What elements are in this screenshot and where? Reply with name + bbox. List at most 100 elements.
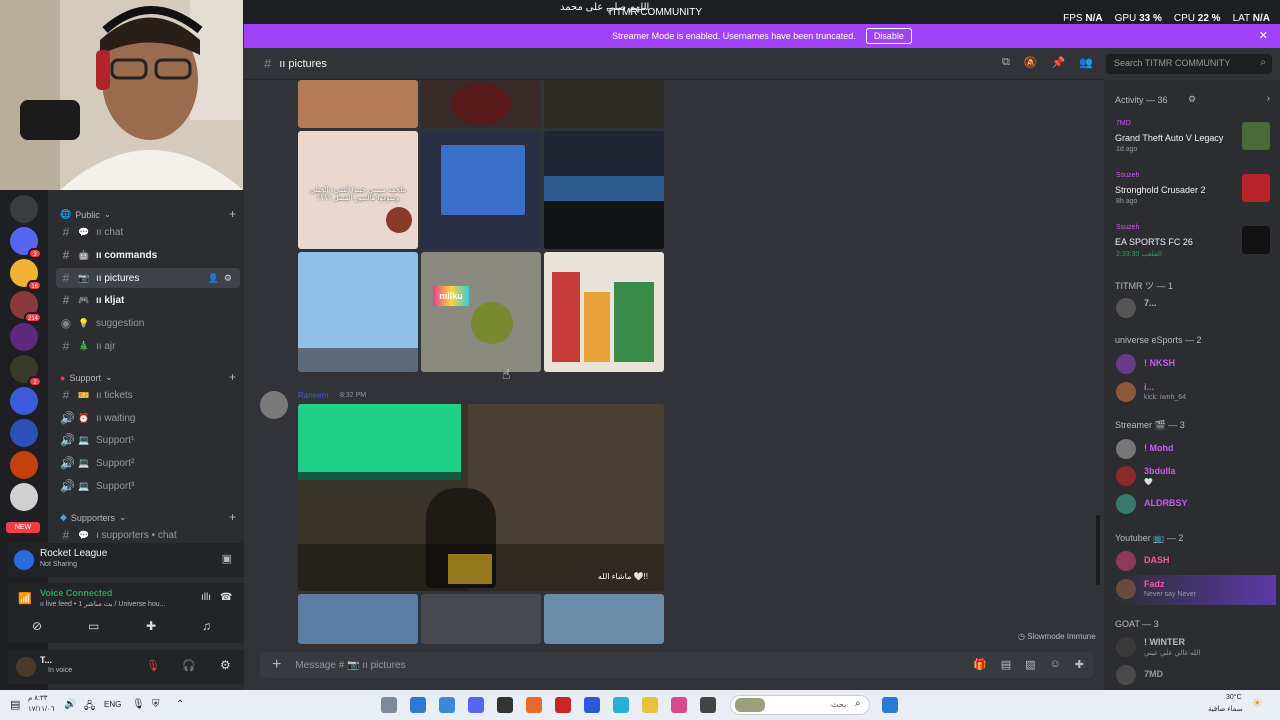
gear-icon[interactable]: ⚙ <box>1188 94 1196 105</box>
server-icon-6[interactable]: 2 <box>10 355 42 387</box>
server-icon-8[interactable] <box>10 419 38 447</box>
pin-icon[interactable]: 📌 <box>1052 56 1066 69</box>
channel-supporters-chat[interactable]: # 💬 ı supporters • chat <box>56 525 240 545</box>
mic-muted-icon[interactable]: 🎙 <box>146 659 160 672</box>
server-icon-1[interactable] <box>10 195 38 223</box>
attachment-image[interactable] <box>544 594 664 644</box>
category-supporters[interactable]: ◆ Supporters ⌄ <box>60 512 127 523</box>
disconnect-icon[interactable]: ☎ <box>220 592 232 603</box>
avatar[interactable] <box>260 391 288 419</box>
channel-tickets[interactable]: # 🎫 ıı tickets <box>56 385 240 405</box>
network-icon[interactable]: 🖧 <box>84 699 95 716</box>
emoji-icon[interactable]: ☺ <box>1050 658 1061 671</box>
activity-card[interactable]: Ssuzeh EA SPORTS FC 26 2:33:30 الملعب <box>1112 222 1276 266</box>
settings-app-icon[interactable] <box>381 697 397 713</box>
server-icon-2[interactable]: 3 <box>10 227 42 259</box>
channel-waiting[interactable]: 🔊 ⏰ ıı waiting <box>56 408 240 428</box>
attachment-image[interactable] <box>298 594 418 644</box>
adobe-icon[interactable] <box>555 697 571 713</box>
mic-icon[interactable]: 🎙 <box>132 699 145 710</box>
add-channel-icon[interactable]: + <box>229 510 236 524</box>
channel-support-1[interactable]: 🔊 💻 Support¹ <box>56 430 240 450</box>
channel-commands[interactable]: # 🤖 ıı commands <box>56 245 240 265</box>
weather-temp[interactable]: 30°C <box>1226 694 1242 701</box>
attachment-image[interactable] <box>421 131 541 249</box>
add-channel-icon[interactable]: + <box>229 207 236 221</box>
sticker-icon[interactable]: ▧ <box>1025 658 1035 671</box>
headphones-icon[interactable]: 🎧 <box>182 659 196 672</box>
signal-icon[interactable]: 📶 <box>18 592 32 605</box>
shield-icon[interactable]: ⛨ <box>152 699 160 710</box>
search-input[interactable]: Search TITMR COMMUNITY ⌕ <box>1106 54 1272 74</box>
channel-support-2[interactable]: 🔊 💻 Support² <box>56 453 240 473</box>
activity-card[interactable]: Ssuzeh Stronghold Crusader 2 8h ago <box>1112 170 1276 214</box>
weather-desc[interactable]: سماء صافية <box>1208 705 1243 713</box>
app-icon[interactable] <box>439 697 455 713</box>
message-author[interactable]: Raneem <box>298 391 328 400</box>
channel-chat[interactable]: # 💬 ıı chat <box>56 222 240 242</box>
firefox-icon[interactable] <box>526 697 542 713</box>
invite-icon[interactable]: 👤 <box>208 273 219 284</box>
channel-support-3[interactable]: 🔊 💻 Support³ <box>56 476 240 496</box>
clock-time[interactable]: ٨:٣٣ م <box>28 694 48 702</box>
apps-icon[interactable]: ✚ <box>1075 658 1084 671</box>
server-icon-3[interactable]: 16 <box>10 259 42 291</box>
app-icon[interactable] <box>671 697 687 713</box>
app-icon[interactable] <box>700 697 716 713</box>
attachment-image[interactable] <box>298 80 418 128</box>
discord-icon[interactable] <box>468 697 484 713</box>
app-icon[interactable] <box>410 697 426 713</box>
attachment-image[interactable] <box>544 131 664 249</box>
settings-gear-icon[interactable]: ⚙ <box>220 658 231 672</box>
member-item[interactable]: ALDRBSY <box>1112 490 1276 520</box>
app-icon[interactable] <box>584 697 600 713</box>
attachment-image[interactable] <box>298 252 418 372</box>
gear-icon[interactable]: ⚙ <box>224 273 232 284</box>
camera-off-icon[interactable]: ⊘ <box>32 619 42 633</box>
server-icon-7[interactable] <box>10 387 38 415</box>
gif-icon[interactable]: ▤ <box>1001 658 1011 671</box>
member-item[interactable]: Fadz Never say Never <box>1112 575 1276 605</box>
notification-bell-icon[interactable]: 🔕 <box>1024 56 1038 69</box>
screen-share-icon[interactable]: ▭ <box>88 619 99 633</box>
attachment-image[interactable] <box>544 252 664 372</box>
member-item[interactable]: 7... <box>1112 294 1276 324</box>
edge-icon[interactable] <box>613 697 629 713</box>
channel-kljat[interactable]: # 🎮 ıı kljat <box>56 290 240 310</box>
folder-icon[interactable] <box>642 697 658 713</box>
server-icon-5[interactable] <box>10 323 38 351</box>
scrollbar[interactable] <box>1096 515 1100 585</box>
clock-date[interactable]: ١٧/١١/٠٦ <box>28 705 54 713</box>
server-icon-10[interactable] <box>10 483 38 511</box>
threads-icon[interactable]: ⧉ <box>1002 56 1010 69</box>
noise-icon[interactable]: ıllı <box>201 592 211 603</box>
category-public[interactable]: 🌐 Public ⌄ <box>60 209 111 220</box>
avatar[interactable] <box>16 657 36 677</box>
notification-icon[interactable]: ▤ <box>10 698 20 711</box>
windows-start-icon[interactable] <box>882 697 898 713</box>
stream-icon[interactable]: ▣ <box>222 552 232 565</box>
add-channel-icon[interactable]: + <box>229 370 236 384</box>
attach-plus-icon[interactable]: + <box>272 656 281 674</box>
taskbar-search[interactable]: بحث ⌕ <box>730 695 870 715</box>
channel-ajr[interactable]: # 🎄 ıı ajr <box>56 336 240 356</box>
server-icon-9[interactable] <box>10 451 38 479</box>
close-icon[interactable]: ✕ <box>1259 29 1268 42</box>
member-item[interactable]: i... kick: iwnh_64 <box>1112 378 1276 408</box>
message-composer[interactable]: + Message # 📷 ıı pictures 🎁 ▤ ▧ ☺ ✚ <box>260 652 1094 678</box>
attachment-image[interactable] <box>421 594 541 644</box>
category-support[interactable]: ● Support ⌄ <box>60 372 113 383</box>
chevron-right-icon[interactable]: › <box>1267 93 1270 104</box>
language-indicator[interactable]: ENG <box>104 700 121 709</box>
activities-icon[interactable]: ✚ <box>146 619 156 633</box>
member-item[interactable]: ! WINTER الله غالي علي عيني <box>1112 633 1276 663</box>
disable-streamer-mode-button[interactable]: Disable <box>865 28 912 44</box>
app-icon[interactable] <box>497 697 513 713</box>
member-item[interactable]: DASH <box>1112 547 1276 577</box>
attachment-image[interactable]: ماشاء الله 🤍!! <box>298 404 664 591</box>
member-item[interactable]: ! Mohd <box>1112 435 1276 465</box>
activity-card[interactable]: 7MD Grand Theft Auto V Legacy 1d ago <box>1112 118 1276 162</box>
soundboard-icon[interactable]: ♫ <box>202 619 211 633</box>
volume-icon[interactable]: 🔊 <box>64 699 76 710</box>
member-list-icon[interactable]: 👥 <box>1079 56 1093 69</box>
